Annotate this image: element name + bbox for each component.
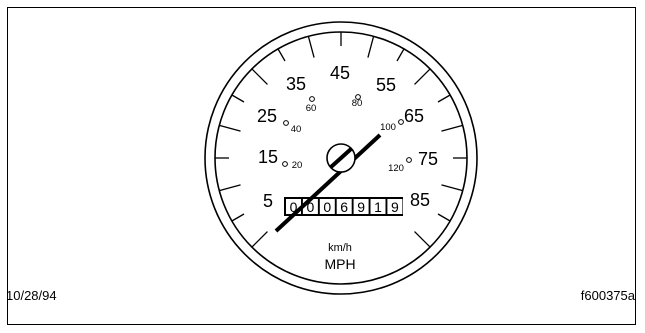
gauge-tick [219, 124, 241, 132]
mph-label-15: 15 [258, 147, 278, 167]
figure-id: f600375a [580, 288, 635, 303]
gauge-tick [219, 184, 241, 192]
mph-label-25: 25 [257, 106, 277, 126]
figure-date: 10/28/94 [6, 288, 57, 303]
gauge-tick [414, 68, 431, 85]
unit-mph-label: MPH [324, 256, 355, 272]
gauge-tick [307, 36, 315, 58]
gauge-tick [437, 213, 451, 222]
odometer-digit: 6 [340, 199, 348, 215]
kmh-label-40: 40 [291, 124, 302, 135]
unit-kmh-label: km/h [328, 242, 352, 254]
mph-label-55: 55 [376, 75, 396, 95]
mph-label-65: 65 [404, 106, 424, 126]
gauge-tick [251, 68, 268, 85]
mph-label-5: 5 [263, 191, 273, 211]
speedometer-gauge: 5 15 25 35 45 55 65 75 85 20 40 60 80 10… [204, 21, 478, 295]
mph-label-35: 35 [286, 74, 306, 94]
mph-label-75: 75 [418, 149, 438, 169]
gauge-tick [441, 124, 463, 132]
odometer-digit: 9 [357, 199, 365, 215]
kmh-label-120: 120 [388, 163, 404, 174]
gauge-tick [441, 184, 463, 192]
gauge-tick [414, 231, 431, 248]
kmh-label-20: 20 [292, 160, 303, 171]
mph-scale: 5 15 25 35 45 55 65 75 85 [257, 63, 438, 211]
odometer-digit: 0 [323, 199, 331, 215]
mph-label-85: 85 [410, 190, 430, 210]
gauge-tick [367, 36, 375, 58]
odometer-digit: 9 [391, 199, 399, 215]
odometer-digit: 1 [374, 199, 382, 215]
kmh-label-60: 60 [306, 103, 317, 114]
gauge-tick [277, 48, 286, 62]
mph-label-45: 45 [330, 63, 350, 83]
gauge-tick [437, 94, 451, 103]
gauge-tick [231, 94, 245, 103]
kmh-label-80: 80 [352, 98, 363, 109]
kmh-label-100: 100 [380, 122, 396, 133]
speedometer-needle [274, 133, 382, 233]
gauge-tick [231, 213, 245, 222]
gauge-tick [396, 48, 405, 62]
gauge-tick [251, 231, 268, 248]
